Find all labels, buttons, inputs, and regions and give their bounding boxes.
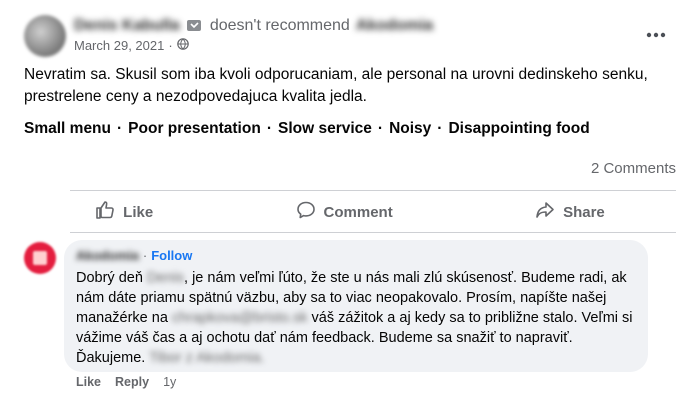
comment-header: Akodomia · Follow xyxy=(76,248,636,264)
comment-label: Comment xyxy=(323,203,393,221)
tag-separator: · xyxy=(266,120,272,137)
review-date[interactable]: March 29, 2021 xyxy=(74,38,164,53)
share-arrow-icon xyxy=(535,200,555,224)
redacted-name: Denis xyxy=(146,270,185,286)
commenter-logo xyxy=(33,251,47,265)
comment-like-link[interactable]: Like xyxy=(76,375,101,389)
like-label: Like xyxy=(123,203,154,221)
redacted-signature: Tibor z Akodomia. xyxy=(149,350,265,366)
review-post: Denis Kabulla doesn't recommend Akodomia… xyxy=(0,0,700,401)
comment-text: Dobrý deň Denis, je nám veľmi ľúto, že s… xyxy=(76,268,636,368)
tag-slow-service: Slow service xyxy=(277,120,372,137)
comment-button[interactable]: Comment xyxy=(276,196,413,228)
like-button[interactable]: Like xyxy=(75,196,173,228)
share-label: Share xyxy=(563,203,605,221)
reviewer-name[interactable]: Denis Kabulla xyxy=(74,16,180,36)
tag-noisy: Noisy xyxy=(389,120,432,137)
tag-separator: · xyxy=(437,120,443,137)
comments-count-link[interactable]: 2 Comments xyxy=(591,160,676,177)
thumbs-up-icon xyxy=(95,200,115,224)
meta-separator: · xyxy=(168,38,173,53)
tag-poor-presentation: Poor presentation xyxy=(128,120,261,137)
speech-bubble-icon xyxy=(296,200,316,224)
tag-separator: · xyxy=(117,120,123,137)
tag-disappointing-food: Disappointing food xyxy=(448,120,590,137)
more-horizontal-icon xyxy=(646,25,666,43)
more-options-button[interactable] xyxy=(640,22,672,46)
comment-actions: Like Reply 1y xyxy=(76,375,176,389)
comment-text-part-1: Dobrý deň xyxy=(76,270,147,286)
globe-icon xyxy=(176,38,189,53)
share-button[interactable]: Share xyxy=(515,196,625,228)
commenter-avatar[interactable] xyxy=(24,242,56,274)
review-header: Denis Kabulla doesn't recommend Akodomia xyxy=(74,16,433,36)
review-meta: March 29, 2021 · xyxy=(74,38,189,53)
recommendation-verb: doesn't recommend xyxy=(209,17,350,34)
reviewed-page-name[interactable]: Akodomia xyxy=(356,16,433,36)
comment-dot: · xyxy=(142,248,148,263)
divider-bottom xyxy=(70,232,676,233)
tag-separator: · xyxy=(377,120,384,137)
comment-time[interactable]: 1y xyxy=(163,375,176,389)
divider-top xyxy=(70,190,676,191)
flag-icon xyxy=(186,18,204,34)
redacted-email: chrapkova@bristo.sk xyxy=(171,310,308,326)
post-actions: Like Comment Share xyxy=(24,196,676,228)
review-tags: Small menu · Poor presentation · Slow se… xyxy=(24,120,590,138)
follow-link[interactable]: Follow xyxy=(151,248,192,264)
comment-reply-link[interactable]: Reply xyxy=(115,375,149,389)
reviewer-avatar[interactable] xyxy=(24,15,66,57)
tag-small-menu: Small menu xyxy=(24,120,111,137)
comment-author[interactable]: Akodomia xyxy=(76,248,139,264)
review-text: Nevratim sa. Skusil som iba kvoli odporu… xyxy=(24,66,648,105)
comment-bubble: Akodomia · Follow Dobrý deň Denis, je ná… xyxy=(64,240,648,372)
